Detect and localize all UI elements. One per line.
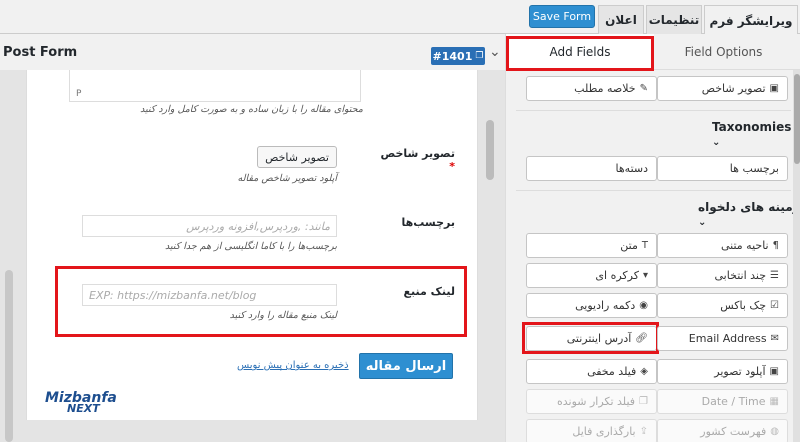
field-excerpt-label: خلاصه مطلب [574, 82, 636, 95]
featured-image-label-text: تصویر شاخص [380, 147, 455, 160]
content-help-text: محتوای مقاله را با زبان ساده و به صورت ک… [140, 104, 363, 115]
field-email-label: Email Address [688, 332, 767, 345]
copy-icon: ❐ [475, 51, 484, 61]
form-title: Post Form [3, 45, 78, 60]
source-link-label: لینک منبع [403, 285, 455, 298]
chevron-down-icon: ⌄ [712, 137, 721, 148]
field-checkbox-button[interactable]: چک باکس ☑ [657, 293, 788, 318]
taxonomies-title-text: Taxonomies [712, 120, 792, 134]
field-file-upload-button[interactable]: بارگذاری فایل ⇪ [526, 419, 657, 442]
tab-settings[interactable]: تنظیمات [646, 5, 702, 34]
source-link-input[interactable]: EXP: https://mizbanfa.net/blog [82, 284, 337, 306]
field-dropdown-button[interactable]: کرکره ای ▾ [526, 263, 657, 288]
field-repeat-label: فیلد تکرار شونده [556, 395, 636, 408]
featured-image-button[interactable]: تصویر شاخص [257, 146, 337, 168]
custom-fields-title[interactable]: زمینه های دلخواه ⌄ [698, 200, 800, 228]
mizbanfa-logo: Mizbanfa NEXT [45, 390, 117, 420]
field-hidden-label: فیلد مخفی [587, 365, 637, 378]
text-icon: T [641, 240, 648, 251]
field-categories-button[interactable]: دسته‌ها [526, 156, 657, 181]
field-multi-select-button[interactable]: چند انتخابی ☰ [657, 263, 788, 288]
source-link-help: لینک منبع مقاله را وارد کنید [229, 310, 337, 321]
image-icon: ▣ [769, 366, 779, 377]
field-featured-image-label: تصویر شاخص [701, 82, 766, 95]
field-repeat-button[interactable]: فیلد تکرار شونده ❐ [526, 389, 657, 414]
form-id-label: #1401 [432, 49, 473, 63]
form-preview-canvas: P محتوای مقاله را با زبان ساده و به صورت… [26, 70, 478, 420]
clone-icon: ❐ [639, 396, 648, 407]
scrollbar[interactable] [5, 270, 13, 442]
fields-panel: Add Fields Field Options خلاصه مطلب ✎ تص… [505, 34, 800, 442]
field-image-upload-label: آپلود تصویر [714, 365, 766, 378]
dropdown-icon: ▾ [642, 270, 648, 281]
taxonomies-title[interactable]: Taxonomies ⌄ [712, 120, 800, 148]
eye-slash-icon: ◈ [640, 366, 648, 377]
radio-icon: ◉ [639, 300, 648, 311]
globe-icon: ◍ [770, 426, 779, 437]
tab-field-options[interactable]: Field Options [654, 34, 793, 70]
field-tags-button[interactable]: برچسب ها [657, 156, 788, 181]
field-text-button[interactable]: متن T [526, 233, 657, 258]
scrollbar[interactable] [486, 120, 494, 180]
submit-post-button[interactable]: ارسال مقاله [359, 353, 453, 379]
field-datetime-button[interactable]: Date / Time ▦ [657, 389, 788, 414]
form-id-badge[interactable]: #1401 ❐ [431, 47, 485, 65]
image-icon: ▣ [769, 83, 779, 94]
field-file-upload-label: بارگذاری فایل [572, 425, 636, 438]
canvas-bottom [26, 420, 478, 442]
field-checkbox-label: چک باکس [720, 299, 767, 312]
envelope-icon: ✉ [770, 333, 779, 344]
divider [516, 190, 791, 191]
tab-form-editor[interactable]: ویرایشگر فرم [704, 5, 798, 35]
divider [516, 110, 791, 111]
scrollbar-thumb[interactable] [794, 74, 800, 164]
field-country-button[interactable]: فهرست کشور ◍ [657, 419, 788, 442]
featured-image-help: آپلود تصویر شاخص مقاله [237, 173, 337, 184]
chevron-down-icon: ⌄ [698, 217, 707, 228]
field-hidden-button[interactable]: فیلد مخفی ◈ [526, 359, 657, 384]
field-text-label: متن [620, 239, 638, 252]
url-field-highlight [522, 322, 659, 354]
field-image-upload-button[interactable]: آپلود تصویر ▣ [657, 359, 788, 384]
tab-notification[interactable]: اعلان [598, 5, 644, 34]
custom-fields-title-text: زمینه های دلخواه [698, 200, 800, 214]
add-fields-highlight [506, 36, 654, 71]
save-draft-link[interactable]: ذخیره به عنوان پیش نویس [237, 360, 349, 371]
post-content-textarea[interactable]: P [69, 70, 361, 102]
field-textarea-button[interactable]: ناحیه متنی ¶ [657, 233, 788, 258]
tags-label: برچسب‌ها [401, 216, 456, 229]
upload-icon: ⇪ [639, 426, 648, 437]
field-dropdown-label: کرکره ای [595, 269, 639, 282]
field-textarea-label: ناحیه متنی [720, 239, 769, 252]
calendar-icon: ▦ [769, 396, 779, 407]
paragraph-icon: ¶ [772, 240, 779, 251]
field-radio-button[interactable]: دکمه رادیویی ◉ [526, 293, 657, 318]
list-icon: ☰ [770, 270, 779, 281]
field-datetime-label: Date / Time [701, 395, 766, 408]
field-email-button[interactable]: Email Address ✉ [657, 326, 788, 351]
pin-icon: ✎ [639, 83, 648, 94]
checkbox-icon: ☑ [770, 300, 779, 311]
left-gutter [0, 70, 26, 442]
right-gutter [478, 70, 505, 442]
field-country-label: فهرست کشور [700, 425, 767, 438]
panel-scrollbar[interactable] [793, 70, 800, 442]
editor-path: P [76, 89, 82, 99]
featured-image-label: تصویر شاخص * [379, 147, 455, 173]
chevron-down-icon[interactable]: ⌄ [489, 44, 501, 60]
tags-help: برچسب‌ها را با کاما انگلیسی از هم جدا کن… [164, 241, 337, 252]
field-radio-label: دکمه رادیویی [575, 299, 636, 312]
field-featured-image-button[interactable]: تصویر شاخص ▣ [657, 76, 788, 101]
form-header: Post Form #1401 ❐ ⌄ [0, 34, 505, 72]
field-excerpt-button[interactable]: خلاصه مطلب ✎ [526, 76, 657, 101]
top-tab-bar: Save Form اعلان تنظیمات ویرایشگر فرم [0, 0, 800, 35]
save-form-button[interactable]: Save Form [529, 5, 595, 28]
required-asterisk: * [449, 160, 455, 173]
tags-input[interactable]: مانند: ,وردپرس,افزونه وردپرس [82, 215, 337, 237]
field-multi-select-label: چند انتخابی [714, 269, 767, 282]
